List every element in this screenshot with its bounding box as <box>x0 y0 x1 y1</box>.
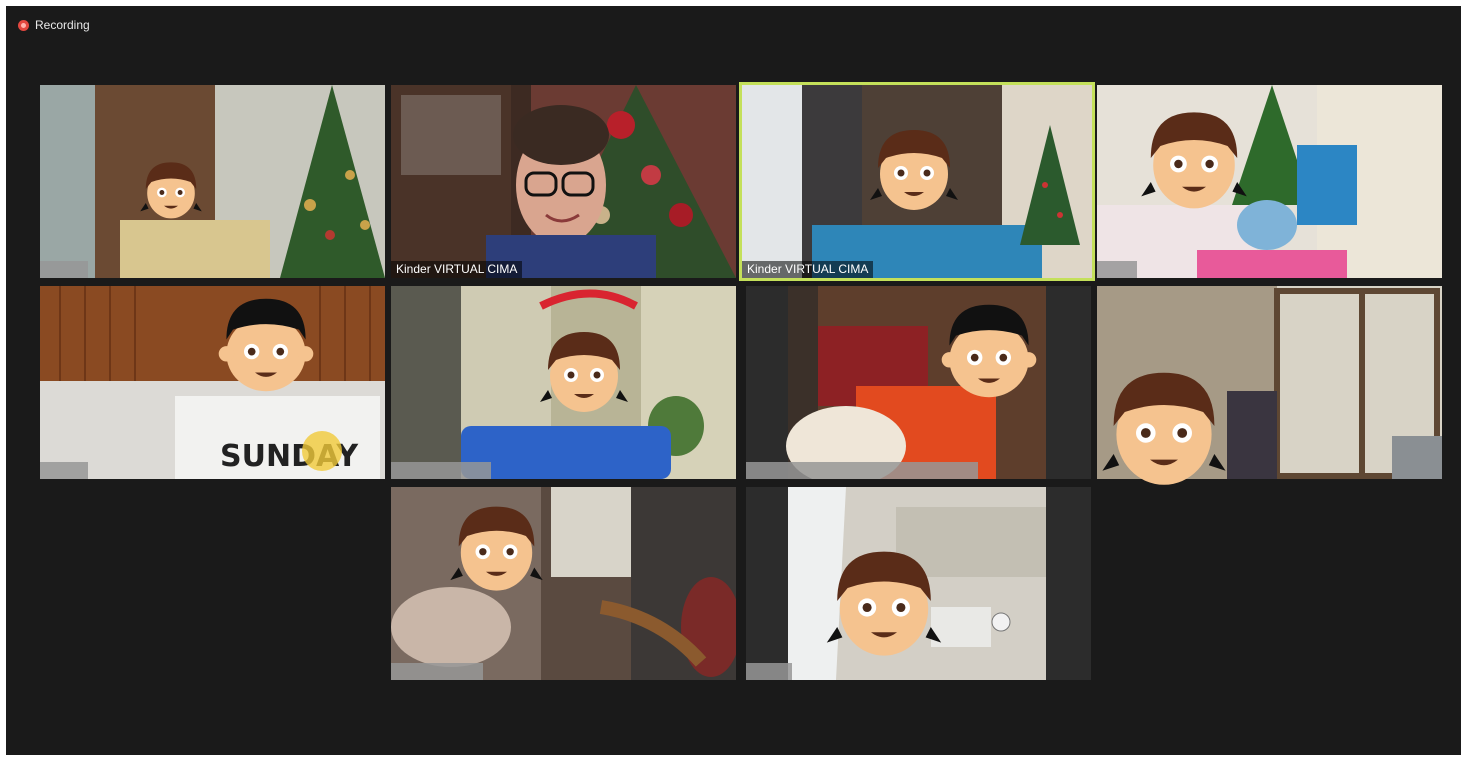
participant-name-label <box>746 663 792 680</box>
boy-emoji-icon <box>218 298 314 392</box>
video-tile-2[interactable]: Kinder VIRTUAL CIMA <box>391 85 736 278</box>
girl-emoji-icon <box>140 162 202 219</box>
video-tile-1[interactable] <box>40 85 385 278</box>
recording-dot-icon <box>18 19 29 31</box>
girl-emoji-icon <box>1102 372 1226 485</box>
boy-emoji-icon <box>941 304 1037 398</box>
recording-label: Recording <box>35 18 90 32</box>
girl-emoji-icon <box>1141 112 1247 209</box>
girl-emoji-icon <box>826 551 942 656</box>
recording-indicator[interactable]: Recording <box>18 17 90 33</box>
girl-emoji-icon <box>450 506 543 591</box>
participant-name-label <box>40 261 88 278</box>
participant-name-label <box>1097 261 1137 278</box>
participant-name-label <box>40 462 88 479</box>
girl-emoji-icon <box>870 130 958 210</box>
video-call-window: Recording Kinder VIRTUAL CIMA Kinder VIR… <box>6 6 1461 755</box>
participant-name-label: Kinder VIRTUAL CIMA <box>742 261 874 278</box>
video-tile-9[interactable] <box>391 487 736 680</box>
video-feed <box>391 487 736 680</box>
girl-emoji-icon <box>540 332 628 412</box>
christmas-tree-icon <box>280 85 385 278</box>
christmas-tree-icon <box>1020 125 1080 245</box>
participant-name-label: Kinder VIRTUAL CIMA <box>391 261 523 278</box>
participant-name-label <box>391 663 483 680</box>
participant-name-label <box>746 462 978 479</box>
participant-name-label <box>391 462 491 479</box>
video-feed <box>391 85 736 278</box>
